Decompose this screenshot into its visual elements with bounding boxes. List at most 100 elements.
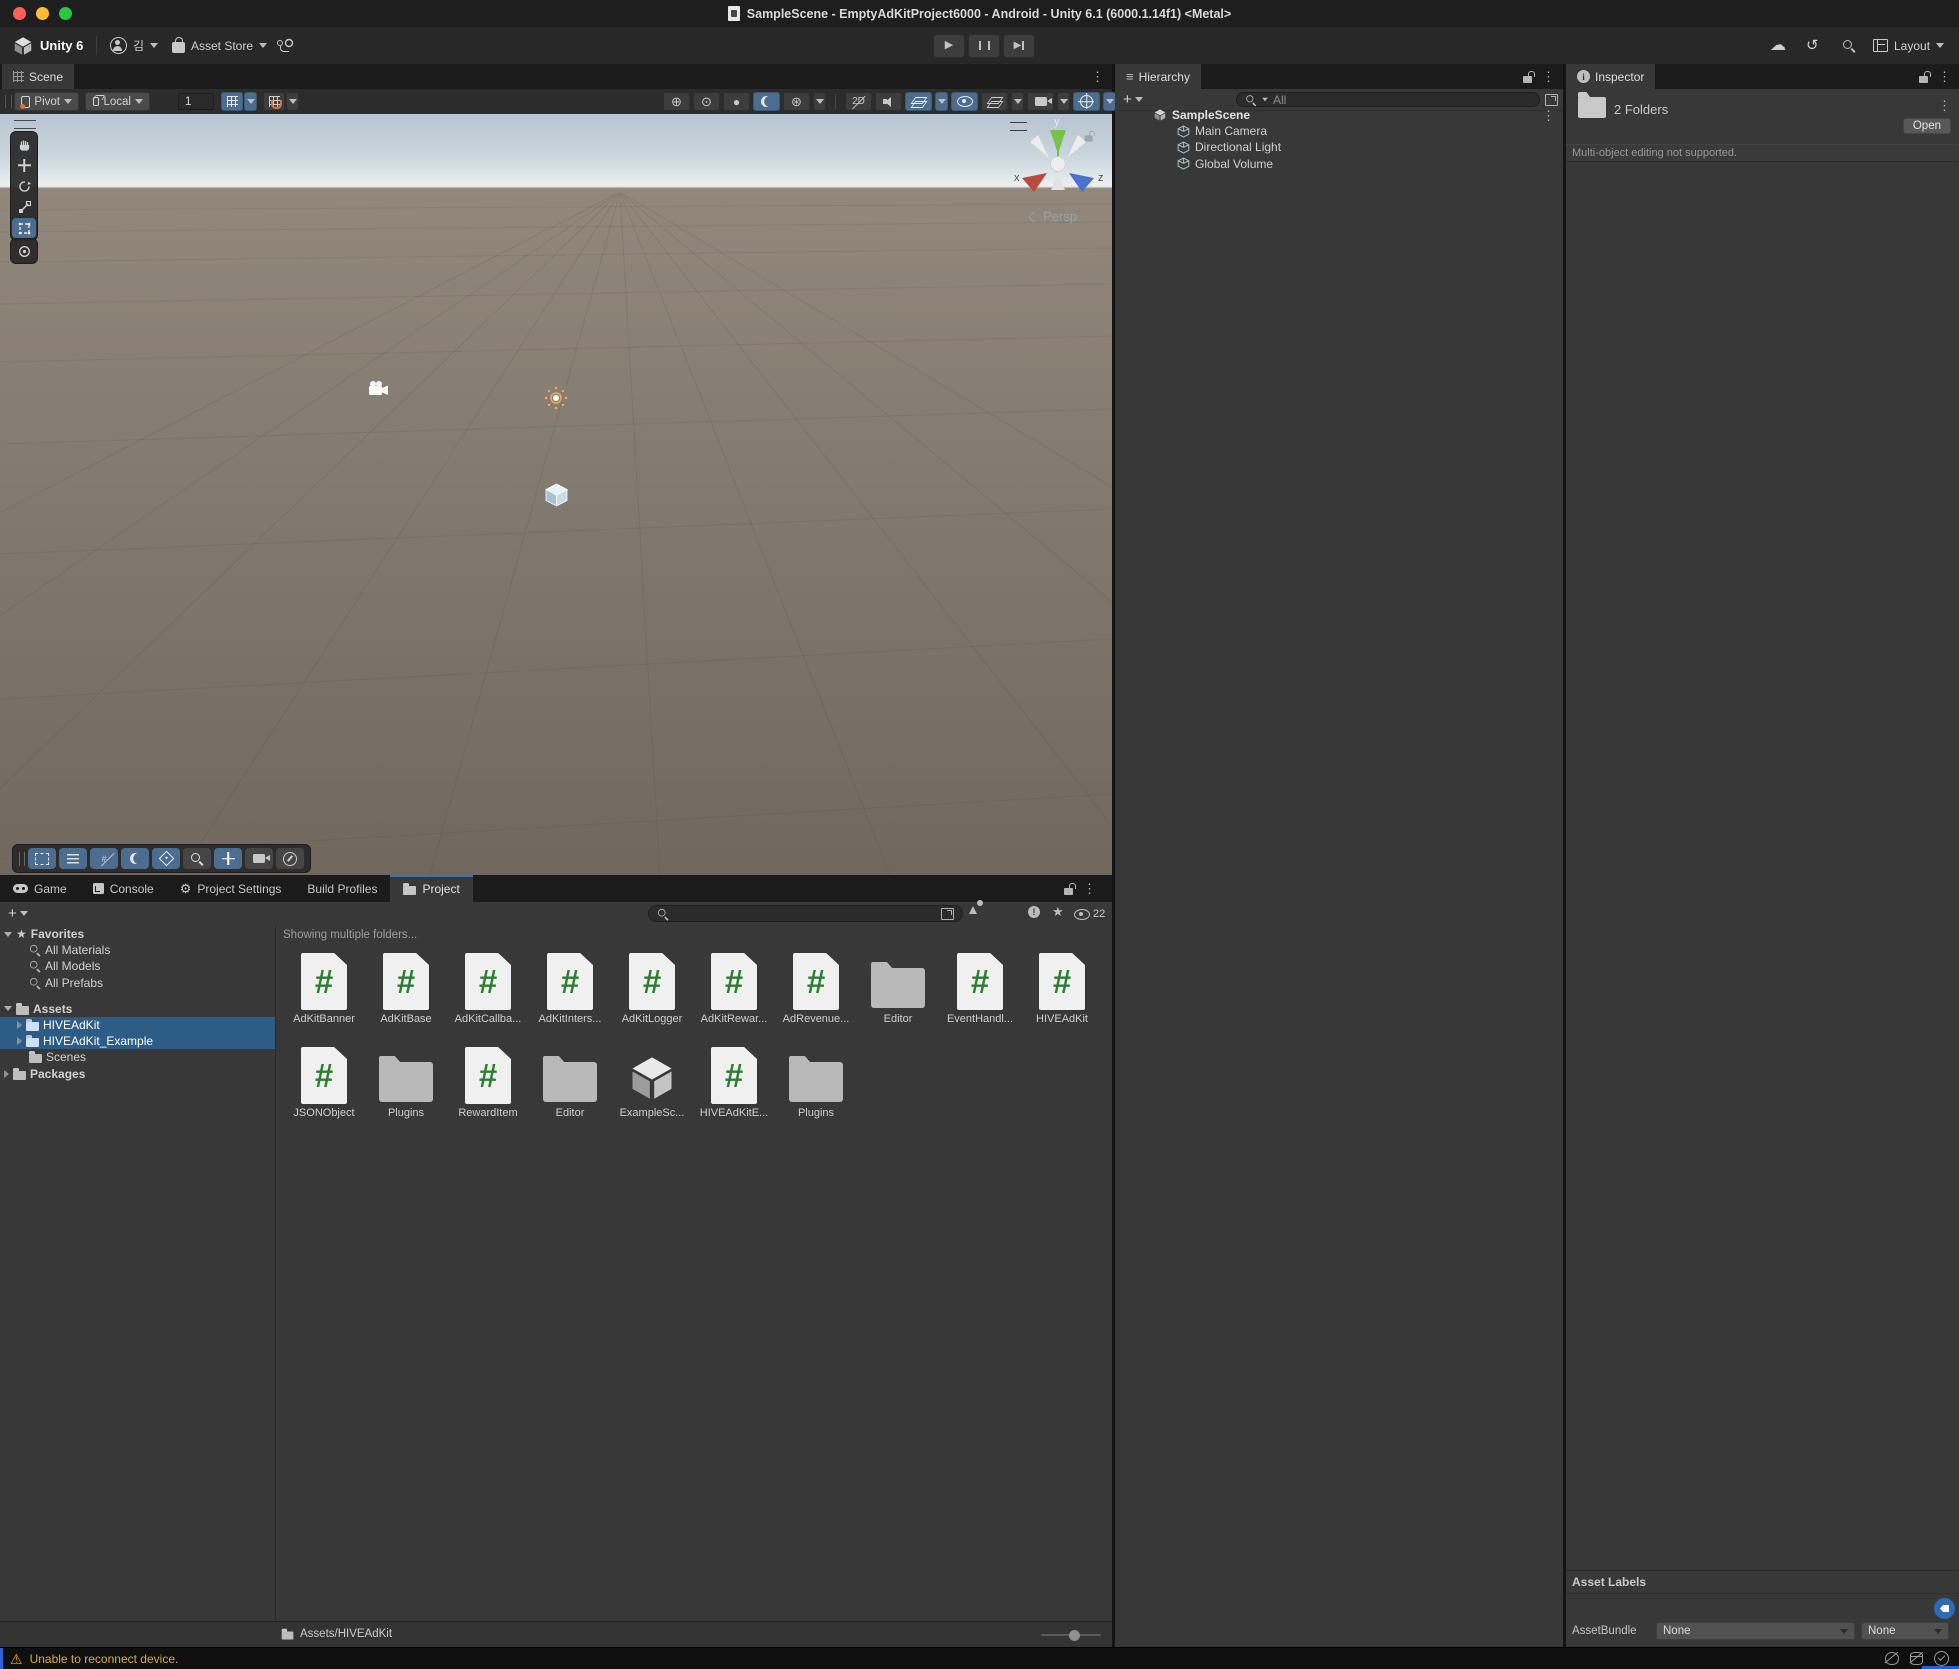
- view-tool-button[interactable]: [12, 134, 36, 154]
- lock-icon[interactable]: [1919, 76, 1928, 83]
- asset-item-adkitlogger[interactable]: #AdKitLogger: [612, 946, 692, 1025]
- collapse-arrow-icon[interactable]: [4, 932, 12, 937]
- asset-item-adrevenue-[interactable]: #AdRevenue...: [776, 946, 856, 1025]
- sidebar-item-scenes[interactable]: Scenes: [0, 1049, 275, 1065]
- tab-hierarchy[interactable]: ≡ Hierarchy: [1115, 64, 1201, 89]
- account-menu[interactable]: 김: [110, 27, 158, 64]
- asset-item-plugins[interactable]: Plugins: [366, 1040, 446, 1119]
- gizmos-toggle[interactable]: [1073, 92, 1100, 111]
- layout-dropdown[interactable]: Layout: [1873, 27, 1944, 64]
- scene-panel-menu-icon[interactable]: ⋮: [1091, 70, 1104, 83]
- perspective-toggle[interactable]: Persp: [1030, 209, 1077, 224]
- visibility-counter[interactable]: 22: [1074, 908, 1105, 920]
- search-in-window-icon[interactable]: [941, 908, 954, 920]
- toolbar-drag-handle[interactable]: [5, 95, 12, 108]
- dock-menu-icon[interactable]: ⋮: [1083, 882, 1096, 895]
- effects-button[interactable]: ⊛: [783, 92, 810, 111]
- view-options-button[interactable]: [59, 848, 87, 869]
- minimize-window-button[interactable]: [36, 7, 49, 20]
- scale-tool-button[interactable]: [12, 197, 36, 217]
- asset-store-menu[interactable]: Asset Store: [172, 27, 267, 64]
- fx-dropdown[interactable]: [935, 92, 948, 111]
- zoom-overlay-button[interactable]: [183, 848, 211, 869]
- hierarchy-item-global-volume[interactable]: Global Volume: [1115, 156, 1563, 172]
- sidebar-item-hiveadkit[interactable]: HIVEAdKit: [0, 1017, 275, 1033]
- skybox-toggle[interactable]: [753, 92, 780, 111]
- status-message-row[interactable]: ⚠ Unable to reconnect device.: [10, 1648, 178, 1669]
- audio-toggle[interactable]: [875, 92, 902, 111]
- 2d-view-toggle[interactable]: 2D: [845, 92, 872, 111]
- grid-snap-dropdown[interactable]: [244, 92, 257, 111]
- grid-toggle-button[interactable]: #: [90, 848, 118, 869]
- move-overlay-button[interactable]: [214, 848, 242, 869]
- lighting-overlay-button[interactable]: [121, 848, 149, 869]
- asset-item-hiveadkite-[interactable]: #HIVEAdKitE...: [694, 1040, 774, 1119]
- hierarchy-item-main-camera[interactable]: Main Camera: [1115, 123, 1563, 139]
- transform-tool-button[interactable]: [12, 241, 36, 261]
- project-content[interactable]: Showing multiple folders... #AdKitBanner…: [277, 926, 1112, 1621]
- asset-item-adkitbase[interactable]: #AdKitBase: [366, 946, 446, 1025]
- inspector-menu-icon[interactable]: ⋮: [1938, 70, 1951, 83]
- asset-item-examplesc-[interactable]: ExampleSc...: [612, 1040, 692, 1119]
- navigation-overlay-button[interactable]: [276, 848, 304, 869]
- camera-settings-button[interactable]: [1027, 92, 1054, 111]
- undo-history-button[interactable]: ↺: [1806, 27, 1819, 64]
- local-dropdown[interactable]: Local: [85, 92, 150, 111]
- snap-increment-dropdown[interactable]: [286, 92, 299, 111]
- asset-item-plugins[interactable]: Plugins: [776, 1040, 856, 1119]
- scene-visibility-toggle[interactable]: [951, 92, 978, 111]
- create-asset-button[interactable]: +: [8, 906, 28, 921]
- orientation-gizmo[interactable]: y x z Persp: [1008, 114, 1112, 234]
- slider-thumb[interactable]: [1069, 1630, 1080, 1641]
- asset-item-eventhandl-[interactable]: #EventHandl...: [940, 946, 1020, 1025]
- asset-item-adkitcallba-[interactable]: #AdKitCallba...: [448, 946, 528, 1025]
- camera-gizmo-icon[interactable]: [368, 380, 390, 398]
- collapse-arrow-icon[interactable]: [4, 1006, 12, 1011]
- sidebar-item-all-models[interactable]: All Models: [0, 958, 275, 974]
- tab-build-profiles[interactable]: Build Profiles: [294, 875, 390, 902]
- asset-item-rewarditem[interactable]: #RewardItem: [448, 1040, 528, 1119]
- snap-increment-toggle[interactable]: [263, 92, 285, 111]
- expand-arrow-icon[interactable]: [17, 1037, 22, 1045]
- open-button[interactable]: Open: [1903, 118, 1951, 134]
- header-menu-icon[interactable]: ⋮: [1938, 99, 1951, 112]
- grid-size-input[interactable]: 1: [178, 93, 214, 110]
- lock-icon[interactable]: [1064, 888, 1073, 895]
- global-search-button[interactable]: [1843, 27, 1855, 64]
- pivot-dropdown[interactable]: Pivot: [14, 92, 79, 111]
- lighting-toggle[interactable]: ●: [723, 92, 750, 111]
- tab-scene[interactable]: Scene: [2, 64, 74, 89]
- sidebar-item-all-materials[interactable]: All Materials: [0, 942, 275, 958]
- scene-menu-icon[interactable]: ⋮: [1542, 109, 1555, 122]
- hierarchy-menu-icon[interactable]: ⋮: [1542, 70, 1555, 83]
- sidebar-item-favorites[interactable]: ★Favorites: [0, 926, 275, 942]
- pause-button[interactable]: [968, 34, 1000, 58]
- close-window-button[interactable]: [13, 7, 26, 20]
- gizmo-overlay-button[interactable]: [152, 848, 180, 869]
- asset-item-hiveadkit[interactable]: #HIVEAdKit: [1022, 946, 1102, 1025]
- tab-project[interactable]: Project: [390, 875, 472, 902]
- asset-item-adkitrewar-[interactable]: #AdKitRewar...: [694, 946, 774, 1025]
- render-mode-button[interactable]: ⊙: [693, 92, 720, 111]
- rect-tool-button[interactable]: [12, 218, 36, 238]
- rotate-tool-button[interactable]: [12, 176, 36, 196]
- sidebar-item-all-prefabs[interactable]: All Prefabs: [0, 975, 275, 991]
- breadcrumb[interactable]: Assets/HIVEAdKit: [281, 1628, 392, 1640]
- scene-picker-icon[interactable]: [1545, 94, 1558, 106]
- move-tool-button[interactable]: [12, 155, 36, 175]
- tab-game[interactable]: Game: [0, 875, 80, 902]
- hierarchy-item-directional-light[interactable]: Directional Light: [1115, 139, 1563, 155]
- progress-tasks-icon[interactable]: [1934, 1651, 1949, 1666]
- hierarchy-search-field[interactable]: All: [1236, 92, 1540, 107]
- version-control-button[interactable]: [276, 27, 292, 64]
- sidebar-item-assets[interactable]: Assets: [0, 1001, 275, 1017]
- assetbundle-primary-dropdown[interactable]: None: [1656, 1622, 1855, 1640]
- hierarchy-item-samplescene[interactable]: SampleScene⋮: [1115, 107, 1563, 123]
- grid-visual-button[interactable]: [981, 92, 1008, 111]
- assetbundle-variant-dropdown[interactable]: None: [1861, 1622, 1949, 1640]
- tab-project-settings[interactable]: ⚙Project Settings: [167, 875, 295, 902]
- sun-gizmo-icon[interactable]: [543, 385, 569, 411]
- importance-filter-button[interactable]: !: [1028, 906, 1040, 918]
- play-button[interactable]: ▶: [933, 34, 965, 58]
- sidebar-item-hiveadkit_example[interactable]: HIVEAdKit_Example: [0, 1033, 275, 1049]
